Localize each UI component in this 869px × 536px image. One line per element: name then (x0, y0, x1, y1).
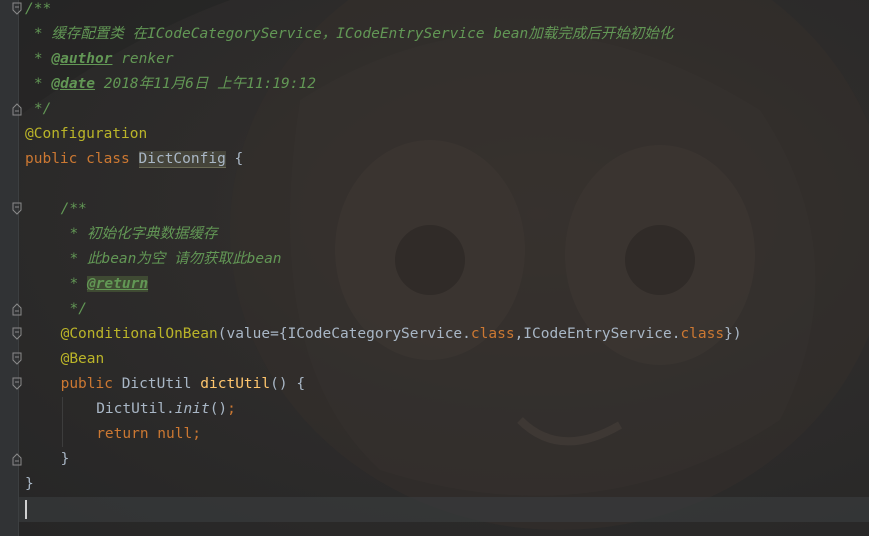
code-token: ,ICodeEntryService. (514, 326, 681, 342)
code-token: @Configuration (25, 126, 148, 142)
code-token: public (60, 376, 122, 392)
code-line[interactable]: } (25, 472, 34, 497)
code-token: return null; (96, 426, 201, 442)
code-line[interactable]: /** (61, 197, 87, 222)
code-token: */ (69, 301, 87, 317)
code-line[interactable]: * @date 2018年11月6日 上午11:19:12 (34, 72, 316, 97)
code-token: * 初始化字典数据缓存 (69, 226, 218, 242)
fold-icon[interactable] (12, 452, 22, 466)
code-line[interactable]: return null; (96, 422, 201, 447)
code-token: class (470, 326, 515, 342)
code-token: { (225, 151, 244, 167)
code-token: * (69, 276, 87, 292)
code-line[interactable]: /** (25, 0, 51, 22)
code-token: 2018年11月6日 上午11:19:12 (95, 76, 316, 92)
code-token: * (33, 76, 52, 92)
code-token: @date (51, 76, 96, 92)
fold-icon[interactable] (12, 352, 22, 366)
code-editor[interactable]: /** * 缓存配置类 在ICodeCategoryService，ICodeEn… (0, 0, 869, 536)
code-token: /** (25, 1, 52, 17)
text-caret (25, 500, 27, 519)
code-line[interactable]: @ConditionalOnBean(value={ICodeCategoryS… (61, 322, 742, 347)
code-token: DictConfig (138, 151, 226, 168)
code-token: } (60, 451, 70, 467)
code-token: } (25, 476, 34, 492)
code-line[interactable]: public DictUtil dictUtil() { (61, 372, 305, 397)
code-token: renker (112, 51, 174, 67)
code-line[interactable]: * 此bean为空 请勿获取此bean (70, 247, 282, 272)
code-line[interactable]: * @return (70, 272, 149, 297)
code-token: */ (33, 101, 52, 117)
code-token: }) (724, 326, 742, 342)
code-token: public class (25, 151, 139, 167)
code-token: (value={ICodeCategoryService. (217, 326, 471, 342)
code-token: DictUtil (121, 376, 201, 392)
fold-icon[interactable] (12, 327, 22, 341)
code-token: dictUtil (200, 376, 271, 392)
code-token: * 此bean为空 请勿获取此bean (69, 251, 282, 267)
fold-icon[interactable] (12, 2, 22, 16)
code-token: () (209, 401, 228, 417)
code-token: @return (86, 276, 149, 292)
fold-icon[interactable] (12, 302, 22, 316)
code-line[interactable]: public class DictConfig { (25, 147, 243, 172)
code-line[interactable]: } (61, 447, 70, 472)
code-token: class (680, 326, 725, 342)
code-line[interactable]: */ (34, 97, 51, 122)
code-line[interactable]: * 初始化字典数据缓存 (70, 222, 218, 247)
code-token: * 缓存配置类 在ICodeCategoryService，ICodeEntry… (33, 26, 674, 42)
code-token: @author (51, 51, 113, 67)
code-line[interactable]: DictUtil.init(); (96, 397, 236, 422)
indent-guide (62, 397, 63, 447)
code-token: init (174, 401, 210, 417)
code-token: @Bean (60, 351, 105, 367)
fold-icon[interactable] (12, 102, 22, 116)
fold-icon[interactable] (12, 202, 22, 216)
code-line[interactable]: * 缓存配置类 在ICodeCategoryService，ICodeEntry… (34, 22, 673, 47)
code-token: ; (227, 401, 236, 417)
fold-icon[interactable] (12, 377, 22, 391)
code-token: DictUtil. (96, 401, 175, 417)
code-token: /** (60, 201, 87, 217)
code-line[interactable]: * @author renker (34, 47, 174, 72)
code-line[interactable]: @Bean (61, 347, 105, 372)
code-token: () { (270, 376, 306, 392)
current-line-highlight (18, 497, 869, 522)
code-line[interactable]: @Configuration (25, 122, 147, 147)
code-line[interactable]: */ (70, 297, 87, 322)
code-token: * (33, 51, 52, 67)
code-token: @ConditionalOnBean (60, 326, 218, 342)
